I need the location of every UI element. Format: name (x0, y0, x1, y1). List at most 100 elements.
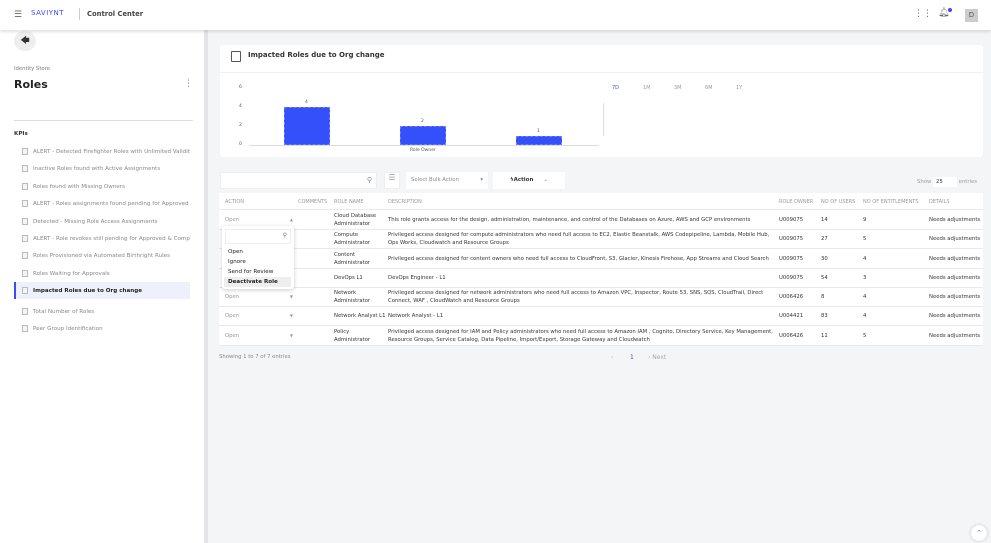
cell-action: Open ▲ (225, 216, 293, 224)
column-header[interactable]: NO OF ENTITLEMENTS (863, 199, 919, 205)
cell-ents: 3 (863, 275, 867, 281)
cell-users: 83 (821, 313, 828, 319)
filter-button[interactable]: ☰ (384, 172, 400, 189)
bulk-action-select[interactable]: Select Bulk Action ▾ (406, 172, 488, 189)
y-tick-label: 0 (239, 142, 242, 147)
sidebar-item-label: Roles Waiting for Approvals (33, 270, 110, 277)
sidebar-item-kpi[interactable]: ALERT - Role revokes still pending for A… (18, 230, 190, 247)
cell-ents: 5 (863, 236, 867, 242)
cell-owner: U004421 (779, 313, 804, 319)
document-icon (22, 200, 28, 207)
bulk-action-label: Select Bulk Action (411, 177, 459, 183)
cell-ents: 5 (863, 332, 867, 339)
y-tick-label: 2 (239, 123, 242, 128)
time-filter-6m[interactable]: 6M (705, 85, 713, 91)
document-icon (22, 308, 28, 315)
dropdown-option[interactable]: Open (224, 247, 291, 257)
cell-details: Needs adjustments (929, 255, 981, 262)
column-header[interactable]: NO OF USERS (821, 199, 855, 205)
cell-role: Network Administrator (334, 290, 371, 304)
sidebar-item-kpi[interactable]: Peer Group Identification (18, 320, 190, 337)
dropdown-search-input[interactable]: ⚲ (225, 229, 291, 244)
search-icon: ⚲ (282, 232, 287, 239)
cell-desc: Privileged access designed for compute a… (388, 232, 770, 246)
sidebar-item-label: ALERT - Roles assignments found pending … (33, 200, 190, 207)
cell-details: Needs adjustments (929, 236, 981, 242)
cell-role: DevOps L1 (334, 275, 363, 281)
time-filter-7d[interactable]: 7D (612, 85, 619, 91)
page-title: Roles (14, 78, 48, 91)
column-header[interactable]: ACTION (225, 199, 244, 205)
sidebar-item-kpi[interactable]: ALERT - Roles assignments found pending … (18, 195, 190, 212)
x-axis-label: Role Owner (410, 148, 436, 153)
page-size-select[interactable]: 25 (932, 177, 957, 187)
cell-role: Policy Administrator (334, 328, 371, 343)
sidebar-item-kpi[interactable]: ALERT - Detected Firefighter Roles with … (18, 143, 190, 160)
column-header[interactable]: ROLE NAME (334, 199, 364, 205)
time-filter-1y[interactable]: 1Y (736, 85, 742, 91)
cell-ents: 4 (863, 294, 867, 300)
action-select[interactable]: Open ▲ (225, 216, 293, 224)
dropdown-option[interactable]: Send for Review (224, 267, 291, 277)
bar-data-label: 1 (537, 128, 540, 134)
menu-icon[interactable]: ☰ (14, 10, 22, 20)
cell-users: 30 (821, 255, 828, 262)
sidebar-item-kpi[interactable]: Inactive Roles found with Active Assignm… (18, 160, 190, 177)
sidebar-item-kpi[interactable]: Impacted Roles due to Org change (14, 282, 190, 299)
bar[interactable] (284, 107, 330, 145)
table-row: Open ▼ Network Administrator Privileged acc… (219, 287, 983, 306)
scroll-top-button[interactable]: ⌃ (971, 525, 987, 541)
bar[interactable] (516, 135, 562, 145)
document-icon (22, 148, 28, 155)
page-1-button[interactable]: 1 (630, 354, 634, 361)
document-icon (22, 252, 28, 259)
cell-action: Open▼ (225, 293, 293, 301)
sidebar-item-kpi[interactable]: Roles Waiting for Approvals (18, 265, 190, 282)
action-button[interactable]: ϟAction ⌄ (493, 172, 565, 189)
prev-page-button[interactable]: ‹ (611, 354, 613, 361)
cell-desc: Privileged access designed for IAM and P… (388, 328, 773, 343)
next-page-button[interactable]: › Next (648, 354, 666, 361)
document-icon (22, 270, 28, 277)
cell-owner: U006426 (779, 332, 804, 339)
bar-data-label: 4 (305, 100, 308, 105)
cell-details: Needs adjustments (929, 294, 981, 300)
cell-users: 8 (821, 294, 825, 300)
action-select[interactable]: Open▼ (225, 332, 293, 340)
time-filter-1m[interactable]: 1M (643, 85, 651, 91)
sidebar-item-label: Total Number of Roles (33, 308, 95, 315)
column-header[interactable]: COMMENTS (298, 199, 327, 205)
cell-owner: U009075 (779, 216, 804, 223)
column-header[interactable]: DETAILS (929, 199, 950, 205)
more-options-icon[interactable]: ⋮ (184, 79, 193, 89)
time-filter-3m[interactable]: 3M (674, 85, 682, 91)
bar[interactable] (400, 126, 446, 145)
cell-owner: U009075 (779, 255, 804, 262)
chart-divider (603, 103, 604, 136)
report-icon (231, 51, 241, 62)
action-select[interactable]: Open▼ (225, 293, 293, 301)
column-header[interactable]: DESCRIPTION (388, 199, 422, 205)
search-input[interactable]: ⚲ (220, 172, 377, 189)
apps-grid-icon[interactable]: ⋮⋮ (914, 9, 932, 19)
cell-ents: 4 (863, 255, 867, 262)
cell-users: 27 (821, 236, 828, 242)
dropdown-option[interactable]: Ignore (224, 257, 291, 267)
sidebar-item-label: Inactive Roles found with Active Assignm… (33, 165, 161, 172)
sidebar-item-label: Peer Group Identification (33, 325, 103, 332)
action-select[interactable]: Open▼ (225, 312, 293, 320)
cell-details: Needs adjustments (929, 332, 981, 339)
cell-users: 14 (821, 216, 828, 223)
breadcrumb: Identity Store (14, 66, 50, 72)
cell-role: Content Administrator (334, 251, 371, 266)
dropdown-option[interactable]: Deactivate Role (224, 277, 291, 287)
chart-card-title: Impacted Roles due to Org change (248, 51, 385, 59)
column-header[interactable]: ROLE OWNER (779, 199, 813, 205)
bar-data-label: 2 (421, 119, 424, 124)
back-button[interactable]: 🡄 (14, 31, 36, 51)
sidebar-item-kpi[interactable]: Roles Provisioned via Automated Birthrig… (18, 247, 190, 264)
sidebar-item-kpi[interactable]: Total Number of Roles (18, 303, 190, 320)
avatar[interactable]: D (965, 9, 978, 22)
sidebar-item-kpi[interactable]: Roles found with Missing Owners (18, 178, 190, 195)
sidebar-item-kpi[interactable]: Detected - Missing Role Access Assignmen… (18, 213, 190, 230)
